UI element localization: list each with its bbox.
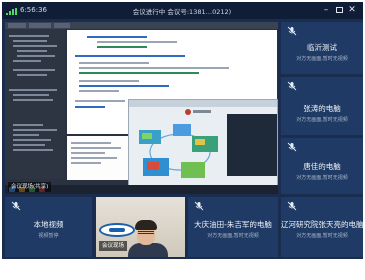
output-line	[71, 162, 101, 164]
tree-line	[13, 69, 55, 71]
code-line	[87, 36, 147, 38]
maximize-icon	[335, 7, 343, 13]
mic-muted-icon	[11, 201, 21, 211]
participant-name: 本地视频	[33, 220, 64, 229]
signal-strength-icon	[6, 8, 18, 15]
tree-line	[17, 55, 55, 57]
shared-app-window	[128, 99, 278, 193]
participant-status: 对方无画面,暂时无视频	[296, 56, 348, 62]
app-logo-text	[193, 110, 211, 113]
participant-name: 临沂测试	[307, 43, 337, 52]
mic-muted-icon	[287, 142, 297, 152]
participant-status: 对方无画面,暂时无视频	[296, 233, 348, 239]
meeting-clock: 6:56:36	[20, 6, 47, 14]
code-line	[79, 90, 119, 92]
shared-app-titlebar	[129, 100, 277, 107]
output-line	[71, 142, 111, 144]
code-line	[79, 80, 139, 82]
company-logo	[99, 223, 135, 237]
code-line	[75, 100, 125, 102]
code-line	[75, 55, 185, 57]
mic-muted-icon	[194, 201, 204, 211]
code-line	[79, 85, 169, 87]
participant-status: 对方无画面,暂时无视频	[207, 233, 259, 239]
participant-tile[interactable]: 辽河研究院张天亮的电脑 对方无画面,暂时无视频	[281, 197, 363, 257]
output-line	[71, 152, 105, 154]
participant-name: 唐佳的电脑	[303, 162, 341, 171]
tree-line	[9, 89, 57, 91]
tree-line	[17, 74, 47, 76]
mic-muted-icon	[287, 81, 297, 91]
minimize-button[interactable]: –	[320, 4, 332, 16]
title-bar: 6:56:36 会议进行中 会议号:1381…0212) – ✕	[2, 2, 363, 19]
code-line	[97, 41, 177, 43]
participant-tile[interactable]: 临沂测试 对方无画面,暂时无视频	[281, 22, 363, 74]
shared-app-side-panel	[227, 114, 277, 176]
participant-status: 对方无画面,暂时无视频	[296, 117, 348, 123]
meeting-title: 会议进行中 会议号:1381…0212)	[132, 8, 232, 16]
shared-tab	[54, 23, 70, 28]
tree-line	[17, 50, 47, 52]
shared-project-tree	[5, 29, 65, 179]
code-line	[79, 67, 229, 69]
participant-tile[interactable]: 大庆油田-朱吉军的电脑 对方无画面,暂时无视频	[188, 197, 278, 257]
participant-status: 对方无画面,暂时无视频	[296, 175, 348, 181]
tree-line	[13, 45, 57, 47]
tree-line	[13, 99, 53, 101]
tree-line	[13, 139, 51, 141]
mic-muted-icon	[287, 26, 297, 36]
participant-name: 张涛的电脑	[303, 104, 341, 113]
local-video-tile[interactable]: 本地视频 视频暂停	[5, 197, 92, 257]
participant-name: 大庆油田-朱吉军的电脑	[194, 220, 272, 229]
tree-line	[13, 144, 45, 146]
tree-line	[9, 35, 49, 37]
code-line	[79, 72, 199, 74]
tree-line	[13, 60, 41, 62]
participant-tile[interactable]: 张涛的电脑 对方无画面,暂时无视频	[281, 77, 363, 135]
app-root: 6:56:36 会议进行中 会议号:1381…0212) – ✕ 会议现场(共享…	[0, 0, 365, 280]
meeting-window: 6:56:36 会议进行中 会议号:1381…0212) – ✕ 会议现场(共享…	[2, 2, 363, 259]
tree-line	[13, 40, 47, 42]
reservoir-model-graphic	[139, 124, 218, 178]
code-line	[97, 46, 147, 48]
code-line	[75, 106, 105, 108]
code-line	[79, 62, 149, 64]
participant-name: 辽河研究院张天亮的电脑	[281, 220, 363, 229]
app-logo-icon	[185, 109, 191, 115]
camera-video-tile[interactable]: 会议现场	[96, 197, 185, 257]
tree-line	[13, 134, 39, 136]
tree-line	[13, 94, 49, 96]
shared-screen[interactable]: 会议现场(共享)	[5, 22, 278, 194]
tree-line	[13, 129, 57, 131]
maximize-button[interactable]	[333, 4, 345, 16]
tree-line	[13, 149, 53, 151]
shared-tab	[8, 23, 26, 28]
person-body	[128, 243, 168, 257]
close-button[interactable]: ✕	[346, 4, 358, 16]
shared-output-panel	[67, 136, 137, 180]
participant-tile[interactable]: 唐佳的电脑 对方无画面,暂时无视频	[281, 138, 363, 194]
output-line	[71, 157, 117, 159]
presenter-tag: 会议现场(共享)	[8, 182, 52, 192]
tree-line	[13, 124, 43, 126]
mic-muted-icon	[287, 201, 297, 211]
shared-screen-tabbar	[5, 22, 278, 29]
person-glasses	[138, 231, 154, 234]
camera-name-tag: 会议现场	[99, 241, 128, 251]
shared-tab	[29, 23, 51, 28]
output-line	[71, 147, 121, 149]
participant-status: 视频暂停	[38, 233, 59, 239]
person-hair	[135, 220, 157, 230]
